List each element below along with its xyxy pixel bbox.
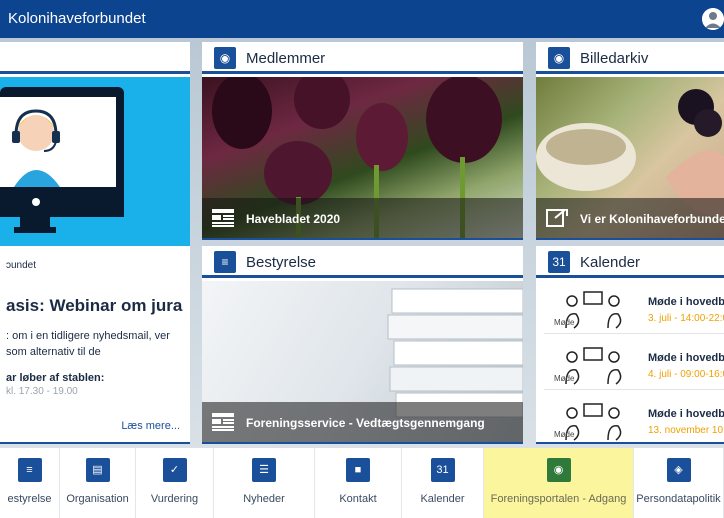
billedarkiv-caption-text: Vi er Kolonihaveforbundet <box>580 212 724 226</box>
medlemmer-tile[interactable]: ◉ Medlemmer Havebladet 2020 <box>202 42 523 240</box>
news-text: : om i en tidligere nyhedsmail, ver som … <box>6 330 170 358</box>
list-icon: ≡ <box>17 458 42 482</box>
nav-item-label: Organisation <box>66 493 129 505</box>
billedarkiv-caption[interactable]: Vi er Kolonihaveforbundet <box>536 198 724 238</box>
medlemmer-header: ◉ Medlemmer <box>202 42 523 74</box>
nav-item-kalender[interactable]: 31 Kalender <box>402 448 484 518</box>
kalender-tile[interactable]: 31 Kalender Møde Møde i hovedbestyrelsen 3… <box>536 246 724 444</box>
meeting-icon-label: Møde <box>554 318 575 327</box>
event-title: Møde i hovedbestyrelsen <box>648 408 724 420</box>
shield-icon: ◈ <box>666 458 691 482</box>
bestyrelse-tile[interactable]: ≡ Bestyrelse Foreningsservice - Vedtægts… <box>202 246 523 444</box>
nav-item-label: Nyheder <box>243 493 285 505</box>
calendar-event[interactable]: Møde Møde i hovedbestyrelsen 4. juli - 09:… <box>544 342 724 390</box>
nav-item-nyheder[interactable]: ☰ Nyheder <box>214 448 315 518</box>
kalender-header: 31 Kalender <box>536 246 724 278</box>
nav-item-label: estyrelse <box>7 493 52 505</box>
event-title: Møde i hovedbestyrelsen <box>648 352 724 364</box>
news-body: ɔundet asis: Webinar om jura : om i en t… <box>0 246 190 442</box>
organization-icon: ▤ <box>85 458 110 482</box>
binders-photo: Foreningsservice - Vedtægtsgennemgang <box>202 281 523 442</box>
tulips-photo: Havebladet 2020 <box>202 69 523 238</box>
berries-photo: Vi er Kolonihaveforbundet <box>536 77 724 238</box>
nav-item-label: Kalender <box>420 493 465 505</box>
portal-icon: ◉ <box>546 458 571 482</box>
document-icon <box>212 413 234 431</box>
list-icon: ≡ <box>214 251 236 273</box>
app-title: Kolonihaveforbundet <box>8 10 146 27</box>
bestyrelse-caption[interactable]: Foreningsservice - Vedtægtsgennemgang <box>202 402 523 442</box>
medlemmer-caption-text: Havebladet 2020 <box>246 212 341 226</box>
news-source: ɔundet <box>6 260 37 271</box>
calendar-icon: 31 <box>548 251 570 273</box>
bottom-nav: ≡ estyrelse ▤ Organisation ✓ Vurdering ☰ Nyhede… <box>0 448 724 518</box>
meeting-icon-label: Møde <box>554 374 575 383</box>
app-header: Kolonihaveforbundet <box>0 0 724 38</box>
nav-item-label: Vurdering <box>150 493 199 505</box>
people-icon: ◉ <box>214 47 236 69</box>
nav-item-kontakt[interactable]: ■ Kontakt <box>315 448 402 518</box>
medlemmer-label: Medlemmer <box>246 50 326 67</box>
calendar-icon: 31 <box>430 458 455 482</box>
webinar-illustration <box>0 77 190 246</box>
document-icon <box>212 209 234 227</box>
news-title[interactable]: asis: Webinar om jura <box>6 295 190 316</box>
nav-item-label: Persondatapolitik <box>636 493 721 505</box>
news-tile[interactable]: ɔundet asis: Webinar om jura : om i en t… <box>0 42 190 444</box>
camera-icon: ◉ <box>548 47 570 69</box>
event-title: Møde i hovedbestyrelsen <box>648 296 724 308</box>
calendar-event[interactable]: Møde Møde i hovedbestyrelsen 13. november … <box>544 398 724 442</box>
bestyrelse-label: Bestyrelse <box>246 254 317 271</box>
kalender-label: Kalender <box>580 254 641 271</box>
news-faded-text: kl. 17.30 - 19.00 <box>6 386 78 397</box>
external-link-icon <box>546 209 568 227</box>
bestyrelse-header: ≡ Bestyrelse <box>202 246 523 278</box>
medlemmer-caption[interactable]: Havebladet 2020 <box>202 198 523 238</box>
nav-item-foreningsportalen-adgang[interactable]: ◉ Foreningsportalen - Adgang <box>484 448 634 518</box>
event-time: 3. juli - 14:00-22:00 <box>648 313 724 324</box>
event-time: 4. juli - 09:00-16:00 <box>648 369 724 380</box>
nav-item-persondatapolitik[interactable]: ◈ Persondatapolitik <box>634 448 724 518</box>
event-time: 13. november 10:00 <box>648 425 724 436</box>
news-icon: ☰ <box>252 458 276 482</box>
chat-icon: ■ <box>346 458 370 482</box>
billedarkiv-tile[interactable]: ◉ Billedarkiv Vi er Kolonihaveforbundet <box>536 42 724 240</box>
nav-item-estyrelse[interactable]: ≡ estyrelse <box>0 448 60 518</box>
user-avatar-icon[interactable] <box>702 8 724 30</box>
dashboard: ɔundet asis: Webinar om jura : om i en t… <box>0 38 724 448</box>
nav-item-organisation[interactable]: ▤ Organisation <box>60 448 136 518</box>
billedarkiv-header: ◉ Billedarkiv <box>536 42 724 74</box>
meeting-icon-label: Møde <box>554 430 575 439</box>
nav-item-label: Foreningsportalen - Adgang <box>490 493 627 505</box>
nav-item-vurdering[interactable]: ✓ Vurdering <box>136 448 214 518</box>
billedarkiv-label: Billedarkiv <box>580 50 649 67</box>
bestyrelse-caption-text: Foreningsservice - Vedtægtsgennemgang <box>246 416 485 430</box>
news-subheading: ar løber af stablen: <box>6 372 105 384</box>
read-more-link[interactable]: Læs mere... <box>121 420 180 432</box>
calendar-event[interactable]: Møde Møde i hovedbestyrelsen 3. juli - 14:… <box>544 286 724 334</box>
checkmark-icon: ✓ <box>162 458 187 482</box>
nav-item-label: Kontakt <box>339 493 377 505</box>
news-tile-header <box>0 42 190 74</box>
